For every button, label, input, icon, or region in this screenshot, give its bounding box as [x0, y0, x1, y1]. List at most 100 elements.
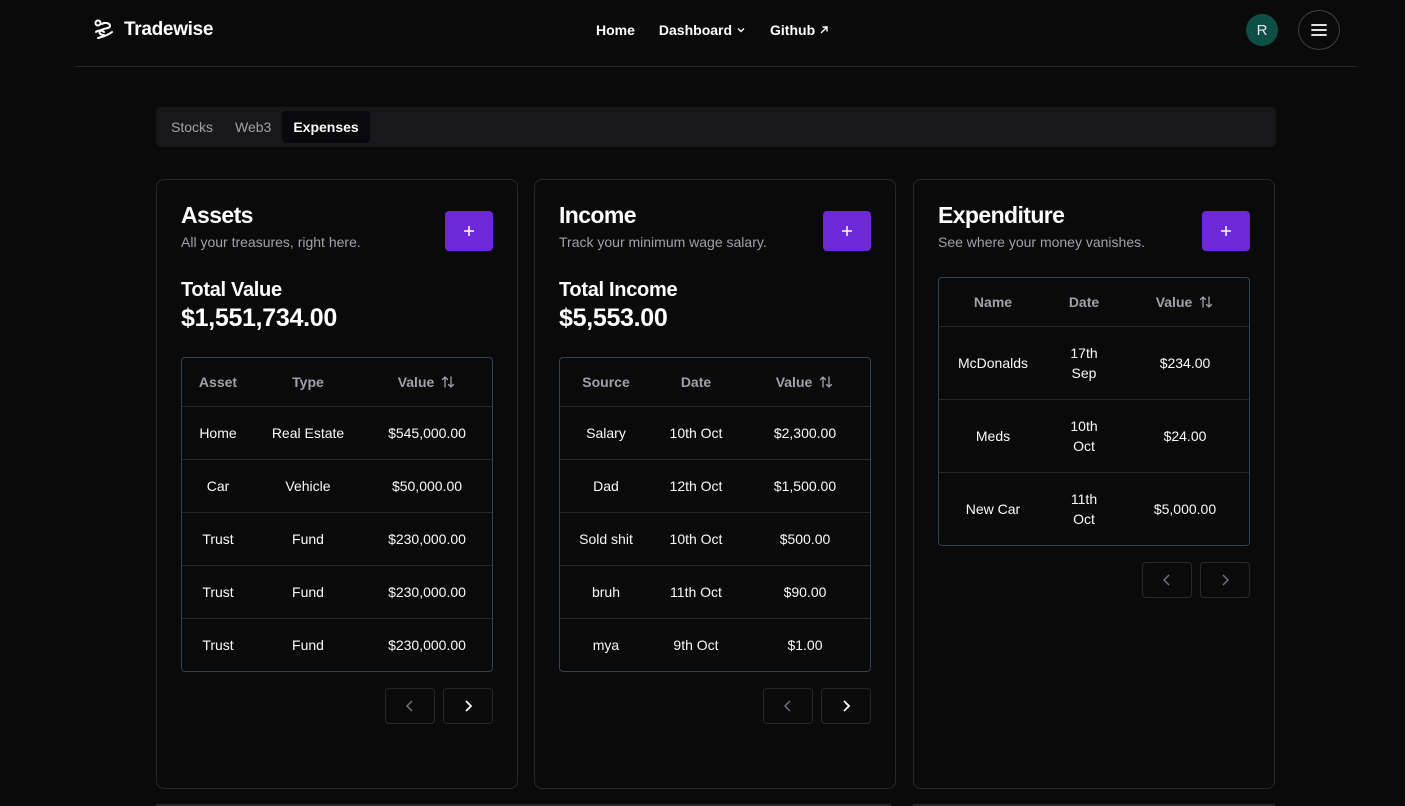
cell-date: 12th Oct [652, 459, 740, 513]
total-label: Total Value [181, 279, 282, 301]
cell-source: Salary [560, 406, 652, 460]
brand-logo-link[interactable]: Tradewise [92, 16, 213, 44]
cell-value: $50,000.00 [362, 459, 492, 513]
nav-github-link[interactable]: Github [770, 22, 829, 38]
cell-date-text: 11th Oct [1070, 490, 1098, 527]
add-asset-button[interactable] [445, 211, 493, 251]
cell-date-text: 10th Oct [1070, 417, 1098, 454]
cell-value: $230,000.00 [362, 512, 492, 566]
nav-dashboard-dropdown[interactable]: Dashboard [659, 22, 746, 38]
cell-value: $90.00 [740, 565, 870, 619]
main-nav: Home Dashboard Github [596, 19, 829, 41]
table-row[interactable]: New Car 11th Oct $5,000.00 [939, 472, 1249, 545]
brand-name: Tradewise [124, 19, 214, 40]
table-row[interactable]: Trust Fund $230,000.00 [182, 618, 492, 671]
expenditure-table: Name Date Value McDonalds 17th Sep $234.… [938, 277, 1250, 546]
cell-value: $500.00 [740, 512, 870, 566]
cell-type: Real Estate [254, 406, 362, 460]
cell-source: Dad [560, 459, 652, 513]
column-header-value[interactable]: Value [740, 358, 870, 407]
table-row[interactable]: Car Vehicle $50,000.00 [182, 459, 492, 513]
card-title: Expenditure [938, 202, 1065, 228]
table-row[interactable]: McDonalds 17th Sep $234.00 [939, 326, 1249, 400]
plus-icon [842, 226, 852, 236]
plus-icon [464, 226, 474, 236]
tab-stocks[interactable]: Stocks [160, 111, 224, 143]
menu-button[interactable] [1298, 10, 1340, 50]
chevron-left-icon [405, 700, 413, 712]
cell-date: 10th Oct [652, 406, 740, 460]
tab-expenses[interactable]: Expenses [282, 111, 370, 143]
column-header-asset: Asset [182, 358, 254, 407]
nav-home-label: Home [596, 22, 635, 38]
chevron-left-icon [1162, 574, 1170, 586]
cell-type: Fund [254, 512, 362, 566]
previous-page-button[interactable] [763, 688, 813, 724]
table-row[interactable]: Salary 10th Oct $2,300.00 [560, 406, 870, 460]
chevron-left-icon [783, 700, 791, 712]
cell-value: $1,500.00 [740, 459, 870, 513]
nav-home-link[interactable]: Home [596, 22, 635, 38]
sort-icon [1200, 295, 1213, 308]
column-header-value[interactable]: Value [1121, 278, 1249, 327]
chevron-right-icon [465, 700, 473, 712]
cell-date: 11th Oct [652, 565, 740, 619]
previous-page-button[interactable] [385, 688, 435, 724]
cell-value: $545,000.00 [362, 406, 492, 460]
table-header-row: Source Date Value [560, 358, 870, 407]
add-expenditure-button[interactable] [1202, 211, 1250, 251]
chevron-right-icon [1222, 574, 1230, 586]
card-title: Assets [181, 202, 253, 228]
tab-web3[interactable]: Web3 [224, 111, 282, 143]
cell-value: $230,000.00 [362, 565, 492, 619]
card-title: Income [559, 202, 637, 228]
expenditure-pagination [1142, 562, 1250, 598]
tradewise-logo-icon [94, 19, 113, 39]
table-row[interactable]: Home Real Estate $545,000.00 [182, 406, 492, 460]
table-row[interactable]: mya 9th Oct $1.00 [560, 618, 870, 671]
arrow-up-right-icon [820, 26, 828, 34]
previous-page-button[interactable] [1142, 562, 1192, 598]
cell-asset: Home [182, 406, 254, 460]
cell-value: $230,000.00 [388, 636, 466, 653]
sort-icon [820, 375, 833, 388]
column-header-value[interactable]: Value [362, 358, 492, 407]
table-row[interactable]: Dad 12th Oct $1,500.00 [560, 459, 870, 513]
table-header-row: Name Date Value [939, 278, 1249, 327]
add-income-button[interactable] [823, 211, 871, 251]
user-avatar[interactable]: R [1246, 14, 1278, 46]
cell-type: Fund [254, 565, 362, 619]
table-row[interactable]: Sold shit 10th Oct $500.00 [560, 512, 870, 566]
table-row[interactable]: Meds 10th Oct $24.00 [939, 399, 1249, 473]
cell-date-text: 17th Sep [1070, 344, 1098, 381]
card-description: All your treasures, right here. [181, 234, 361, 250]
column-header-value-label: Value [397, 373, 435, 390]
cell-asset: Car [182, 459, 254, 513]
card-description: See where your money vanishes. [938, 234, 1145, 250]
next-page-button[interactable] [1200, 562, 1250, 598]
column-header-source: Source [560, 358, 652, 407]
table-row[interactable]: Trust Fund $230,000.00 [182, 565, 492, 619]
next-page-button[interactable] [821, 688, 871, 724]
cell-date: 11th Oct [1047, 472, 1121, 545]
table-header-row: Asset Type Value [182, 358, 492, 407]
cell-source: Sold shit [560, 512, 652, 566]
sort-icon [442, 375, 455, 388]
cell-date: 17th Sep [1047, 326, 1121, 400]
assets-card: Assets All your treasures, right here. T… [156, 179, 518, 789]
income-table: Source Date Value Salary 10th Oct $2,300… [559, 357, 871, 672]
table-row[interactable]: Trust Fund $230,000.00 [182, 512, 492, 566]
cell-value: $5,000.00 [1153, 500, 1217, 517]
income-card: Income Track your minimum wage salary. T… [534, 179, 896, 789]
column-header-value-label: Value [1155, 293, 1193, 310]
cell-date: 10th Oct [652, 512, 740, 566]
income-pagination [763, 688, 871, 724]
avatar-initial: R [1256, 21, 1268, 39]
cell-source: bruh [560, 565, 652, 619]
total-value: $5,553.00 [559, 304, 668, 332]
table-row[interactable]: bruh 11th Oct $90.00 [560, 565, 870, 619]
cell-type: Fund [292, 636, 324, 653]
chevron-right-icon [843, 700, 851, 712]
next-page-button[interactable] [443, 688, 493, 724]
chevron-down-icon [737, 28, 745, 33]
